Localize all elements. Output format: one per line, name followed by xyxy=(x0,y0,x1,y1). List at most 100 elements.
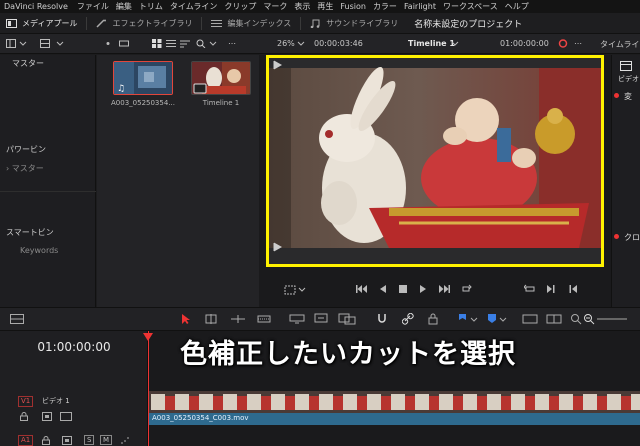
video-inspector-icon[interactable] xyxy=(620,61,632,71)
enable-dot[interactable] xyxy=(614,234,619,239)
track-lock-icon[interactable] xyxy=(42,436,50,445)
color-wheel-icon[interactable] xyxy=(558,39,568,48)
more-options[interactable]: ⋯ xyxy=(228,39,236,48)
insert-clip-icon[interactable] xyxy=(289,314,305,324)
match-frame-icon[interactable] xyxy=(524,284,536,294)
crop-icon[interactable] xyxy=(284,285,296,295)
clip-filmstrip xyxy=(149,391,640,413)
more-options[interactable]: ⋯ xyxy=(574,39,582,48)
tab-edit-index-label: 編集インデックス xyxy=(227,18,292,28)
chevron-down-icon[interactable] xyxy=(450,39,460,48)
thumbnail-view-icon[interactable] xyxy=(152,39,162,48)
tab-divider xyxy=(300,16,302,30)
menu-mark[interactable]: マーク xyxy=(263,1,287,12)
linked-selection-icon[interactable] xyxy=(402,313,414,325)
tab-effects-library[interactable]: エフェクトライブラリ xyxy=(90,13,198,33)
clip-name-label: A003_05250354_C003.mov xyxy=(152,414,249,422)
zoom-out-icon[interactable] xyxy=(583,313,595,325)
snapping-magnet-icon[interactable] xyxy=(376,313,388,325)
auto-track-select-icon[interactable] xyxy=(42,412,52,421)
tab-edit-index[interactable]: 編集インデックス xyxy=(205,13,297,33)
menu-view[interactable]: 表示 xyxy=(294,1,310,12)
clip-thumbnail[interactable]: ♫ xyxy=(113,61,173,95)
next-edit-icon[interactable] xyxy=(546,284,556,294)
skip-to-start-icon[interactable] xyxy=(356,284,368,294)
menu-playback[interactable]: 再生 xyxy=(317,1,333,12)
smart-bin-keywords[interactable]: Keywords xyxy=(20,246,58,255)
effects-wand-icon xyxy=(96,18,107,28)
tab-sound-library-label: サウンドライブラリ xyxy=(326,18,399,28)
timeline-thumbnail[interactable] xyxy=(191,61,251,95)
timeline-toolbar xyxy=(0,307,640,331)
play-icon[interactable] xyxy=(418,284,428,294)
track-v1-tag[interactable]: V1 xyxy=(18,396,34,407)
loop-icon[interactable] xyxy=(460,284,472,294)
stop-icon[interactable] xyxy=(398,284,408,294)
menu-file[interactable]: ファイル xyxy=(77,1,109,12)
overwrite-clip-icon[interactable] xyxy=(314,313,328,325)
menu-help[interactable]: ヘルプ xyxy=(505,1,529,12)
selection-arrow-icon[interactable] xyxy=(181,313,191,325)
chevron-down-icon[interactable] xyxy=(18,39,28,48)
tab-media-pool[interactable]: メディアプール xyxy=(0,13,83,33)
chevron-down-icon[interactable] xyxy=(55,39,65,48)
chevron-down-icon[interactable] xyxy=(208,39,218,48)
chevron-down-icon[interactable] xyxy=(470,316,478,324)
dynamic-trim-icon[interactable] xyxy=(230,314,246,324)
search-icon[interactable] xyxy=(196,39,206,48)
menu-edit[interactable]: 編集 xyxy=(116,1,132,12)
reverse-play-icon[interactable] xyxy=(378,284,388,294)
flag-icon[interactable] xyxy=(458,313,468,325)
prev-edit-icon[interactable] xyxy=(568,284,578,294)
track-a1-tag[interactable]: A1 xyxy=(18,435,34,446)
chevron-down-icon[interactable] xyxy=(296,39,306,48)
record-timecode: 01:00:00:00 xyxy=(500,39,549,48)
master-bin[interactable]: マスター xyxy=(12,58,44,69)
viewer-frame-highlighted[interactable] xyxy=(266,55,604,267)
zoom-custom-icon[interactable] xyxy=(570,313,582,325)
replace-clip-icon[interactable] xyxy=(338,313,356,325)
menu-color[interactable]: カラー xyxy=(373,1,397,12)
menu-clip[interactable]: クリップ xyxy=(224,1,256,12)
strip-view-icon[interactable] xyxy=(119,39,129,48)
zoom-full-icon[interactable] xyxy=(522,313,538,325)
solo-button[interactable]: S xyxy=(84,435,95,445)
viewer-zoom[interactable]: 26% xyxy=(277,39,295,48)
track-visibility-icon[interactable] xyxy=(60,412,72,421)
inspector-item-transform[interactable]: 変 xyxy=(624,91,632,102)
tab-media-pool-label: メディアプール xyxy=(22,18,78,28)
menu-fairlight[interactable]: Fairlight xyxy=(404,2,436,11)
timeline-name[interactable]: Timeline 1 xyxy=(408,39,455,48)
playhead-line[interactable] xyxy=(148,331,149,446)
track-lock-icon[interactable] xyxy=(20,412,28,421)
menu-fusion[interactable]: Fusion xyxy=(340,2,366,11)
inspector-item-crop[interactable]: クロ xyxy=(624,232,640,243)
tab-video[interactable]: ビデオ xyxy=(618,74,639,84)
tab-sound-library[interactable]: サウンドライブラリ xyxy=(304,13,404,33)
marker-icon[interactable] xyxy=(487,313,497,325)
mute-button[interactable]: M xyxy=(100,435,113,445)
panel-layout-icon[interactable] xyxy=(6,39,16,48)
zoom-slider[interactable] xyxy=(597,318,627,320)
blade-icon[interactable] xyxy=(257,314,271,324)
position-lock-icon[interactable] xyxy=(428,313,438,325)
auto-track-select-icon[interactable] xyxy=(62,436,72,445)
menu-timeline[interactable]: タイムライン xyxy=(170,1,217,12)
sort-icon[interactable] xyxy=(180,39,190,48)
chevron-right-icon: › xyxy=(6,164,10,173)
trim-edit-icon[interactable] xyxy=(203,314,219,324)
chevron-down-icon[interactable] xyxy=(499,316,507,324)
clip-name-bar[interactable]: A003_05250354_C003.mov xyxy=(149,413,640,425)
menu-trim[interactable]: トリム xyxy=(139,1,163,12)
list-icon[interactable] xyxy=(166,39,176,48)
zoom-detail-icon[interactable] xyxy=(546,313,562,325)
timeline-view-options-icon[interactable] xyxy=(10,314,24,324)
enable-dot[interactable] xyxy=(614,93,619,98)
power-bin-item[interactable]: › マスター xyxy=(6,163,44,174)
menu-workspace[interactable]: ワークスペース xyxy=(443,1,498,12)
viewer-toolbar: ⋯ 26% 00:00:03:46 Timeline 1 01:00:00:00… xyxy=(0,34,640,54)
list-view-icon[interactable] xyxy=(40,39,50,48)
skip-to-end-icon[interactable] xyxy=(438,284,450,294)
project-name: 名称未設定のプロジェクト xyxy=(414,19,523,30)
chevron-down-icon[interactable] xyxy=(298,286,306,294)
